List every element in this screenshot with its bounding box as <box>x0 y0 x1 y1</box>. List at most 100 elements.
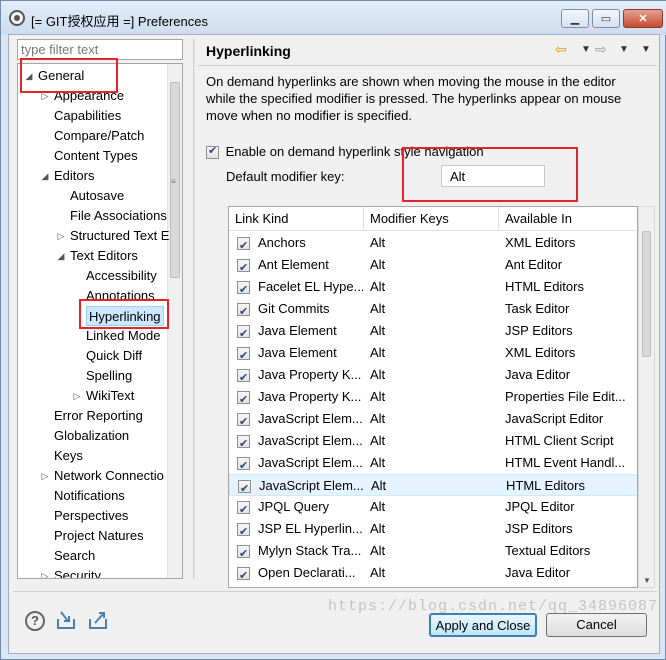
apply-and-close-button[interactable]: Apply and Close <box>429 613 537 637</box>
row-checkbox-icon[interactable] <box>237 411 250 430</box>
table-row[interactable]: Mylyn Stack Tra... Alt Textual Editors <box>229 540 637 562</box>
tree-item[interactable]: Notifications <box>54 486 125 506</box>
tree-item[interactable]: Keys <box>54 446 83 466</box>
tree-item[interactable]: Perspectives <box>54 506 128 526</box>
row-checkbox-icon[interactable] <box>237 279 250 298</box>
table-row[interactable]: Java Element Alt XML Editors <box>229 342 637 364</box>
tree-expand-toggle-icon[interactable]: ▷ <box>40 571 50 578</box>
pane-divider[interactable] <box>193 39 195 579</box>
link-kind-cell: JavaScript Elem... <box>237 430 363 452</box>
table-row[interactable]: JSP EL Hyperlin... Alt JSP Editors <box>229 518 637 540</box>
import-icon[interactable] <box>55 609 77 631</box>
tree-item[interactable]: Quick Diff <box>86 346 142 366</box>
row-checkbox-icon[interactable] <box>237 499 250 518</box>
tree-item[interactable]: Content Types <box>54 146 138 166</box>
link-kind-cell: JavaScript Elem... <box>237 408 363 430</box>
tree-item[interactable]: Editors <box>54 166 94 186</box>
tree-expand-toggle-icon[interactable]: ◢ <box>56 251 66 262</box>
tree-expand-toggle-icon[interactable]: ▷ <box>72 391 82 402</box>
back-arrow-icon[interactable]: ⇦ <box>555 41 567 57</box>
table-row[interactable]: Anchors Alt XML Editors <box>229 232 637 254</box>
table-scrollbar[interactable]: ▼ <box>638 206 655 588</box>
table-row[interactable]: JavaScript Elem... Alt HTML Editors <box>229 474 637 497</box>
forward-dropdown-icon[interactable]: ▼ <box>619 44 629 60</box>
window-title: [= GIT授权应用 =] Preferences <box>31 14 208 29</box>
table-row[interactable]: Java Property K... Alt Properties File Edi… <box>229 386 637 408</box>
row-checkbox-icon[interactable] <box>237 521 250 540</box>
tree-expand-toggle-icon[interactable]: ▷ <box>56 231 66 242</box>
available-in-cell: JPQL Editor <box>505 499 575 514</box>
available-in-cell: HTML Editors <box>506 478 585 493</box>
table-row[interactable]: Open Declarati... Alt Java Editor <box>229 562 637 584</box>
page-title: Hyperlinking <box>206 43 291 59</box>
link-kind-cell: Git Commits <box>237 298 363 320</box>
tree-item[interactable]: Error Reporting <box>54 406 143 426</box>
row-checkbox-icon[interactable] <box>237 257 250 276</box>
checkbox-checked-icon[interactable] <box>206 144 219 160</box>
tree-expand-toggle-icon[interactable]: ▷ <box>40 471 50 482</box>
table-row[interactable]: JavaScript Elem... Alt JavaScript Editor <box>229 408 637 430</box>
tree-item[interactable]: Capabilities <box>54 106 121 126</box>
help-icon[interactable]: ? <box>25 611 45 631</box>
row-checkbox-icon[interactable] <box>238 478 251 497</box>
cancel-button[interactable]: Cancel <box>546 613 647 637</box>
tree-item[interactable]: Network Connectio <box>54 466 164 486</box>
tree-item[interactable]: Globalization <box>54 426 129 446</box>
column-header-link-kind[interactable]: Link Kind <box>229 207 364 231</box>
row-checkbox-icon[interactable] <box>237 389 250 408</box>
tree-item[interactable]: Project Natures <box>54 526 144 546</box>
table-row[interactable]: Java Property K... Alt Java Editor <box>229 364 637 386</box>
tree-item[interactable]: Linked Mode <box>86 326 160 346</box>
scroll-down-icon[interactable]: ▼ <box>643 576 651 585</box>
table-row[interactable]: JPQL Query Alt JPQL Editor <box>229 496 637 518</box>
link-kind-text: JavaScript Elem... <box>258 411 363 426</box>
tree-item[interactable]: File Associations <box>70 206 167 226</box>
tree-item[interactable]: Security <box>54 566 101 578</box>
back-dropdown-icon[interactable]: ▼ <box>581 44 591 60</box>
tree-item[interactable]: Structured Text E <box>70 226 169 246</box>
link-kind-cell: Open Declarati... <box>237 562 363 584</box>
row-checkbox-icon[interactable] <box>237 565 250 584</box>
modifier-key-label: Default modifier key: <box>226 169 345 184</box>
table-row[interactable]: Facelet EL Hype... Alt HTML Editors <box>229 276 637 298</box>
tree-item[interactable]: WikiText <box>86 386 134 406</box>
tree-item[interactable]: Accessibility <box>86 266 157 286</box>
tree-item[interactable]: Search <box>54 546 95 566</box>
eclipse-app-icon <box>9 10 25 26</box>
column-header-available-in[interactable]: Available In <box>499 207 637 231</box>
row-checkbox-icon[interactable] <box>237 433 250 452</box>
column-header-modifier-keys[interactable]: Modifier Keys <box>364 207 499 231</box>
row-checkbox-icon[interactable] <box>237 323 250 342</box>
row-checkbox-icon[interactable] <box>237 455 250 474</box>
row-checkbox-icon[interactable] <box>237 301 250 320</box>
table-row[interactable]: Git Commits Alt Task Editor <box>229 298 637 320</box>
close-button[interactable]: ✕ <box>623 9 663 28</box>
available-in-cell: JSP Editors <box>505 323 573 338</box>
export-icon[interactable] <box>87 609 109 631</box>
filter-input[interactable] <box>17 39 183 60</box>
tree-scrollbar[interactable]: ≡ <box>167 64 182 578</box>
table-header: Link Kind Modifier Keys Available In <box>229 207 637 231</box>
table-row[interactable]: JavaScript Elem... Alt HTML Event Handl... <box>229 452 637 474</box>
tree-item[interactable]: Autosave <box>70 186 124 206</box>
table-row[interactable]: Java Element Alt JSP Editors <box>229 320 637 342</box>
modifier-keys-cell: Alt <box>370 433 386 448</box>
tree-item[interactable]: Spelling <box>86 366 132 386</box>
view-menu-icon[interactable]: ▼ <box>641 44 651 60</box>
minimize-button[interactable]: ▁ <box>561 9 589 28</box>
table-row[interactable]: JavaScript Elem... Alt HTML Client Script <box>229 430 637 452</box>
table-row[interactable]: Ant Element Alt Ant Editor <box>229 254 637 276</box>
link-kind-cell: Java Property K... <box>237 364 363 386</box>
row-checkbox-icon[interactable] <box>237 235 250 254</box>
row-checkbox-icon[interactable] <box>237 543 250 562</box>
row-checkbox-icon[interactable] <box>237 345 250 364</box>
tree-item[interactable]: Text Editors <box>70 246 138 266</box>
tree-expand-toggle-icon[interactable]: ◢ <box>40 171 50 182</box>
table-scroll-thumb[interactable] <box>642 231 651 357</box>
row-checkbox-icon[interactable] <box>237 367 250 386</box>
forward-arrow-icon[interactable]: ⇨ <box>595 41 607 57</box>
link-kind-text: JSP EL Hyperlin... <box>258 521 363 536</box>
tree-item[interactable]: Compare/Patch <box>54 126 144 146</box>
modifier-keys-cell: Alt <box>371 478 387 493</box>
maximize-button[interactable]: ▭ <box>592 9 620 28</box>
